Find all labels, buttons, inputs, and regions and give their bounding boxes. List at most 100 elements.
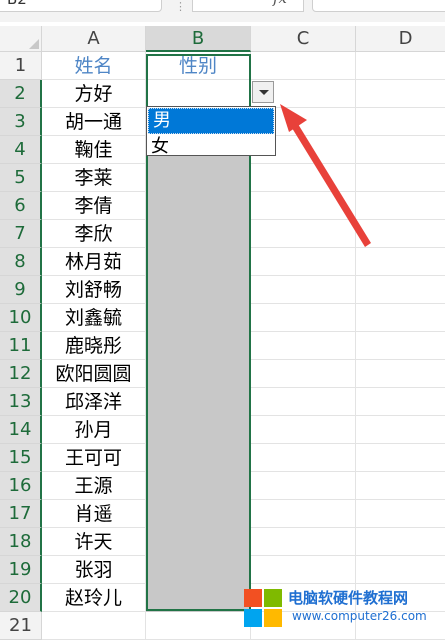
row-header-13[interactable]: 13 <box>0 388 42 416</box>
row-header-11[interactable]: 11 <box>0 332 42 360</box>
row-header-14[interactable]: 14 <box>0 416 42 444</box>
cell-d8[interactable] <box>356 248 445 276</box>
cell-b7[interactable] <box>146 220 251 248</box>
cell-c15[interactable] <box>251 444 356 472</box>
cell-a18[interactable]: 许天 <box>42 528 146 556</box>
cell-c12[interactable] <box>251 360 356 388</box>
select-all-corner[interactable] <box>0 26 42 52</box>
cell-a3[interactable]: 胡一通 <box>42 108 146 136</box>
cell-a1[interactable]: 姓名 <box>42 52 146 80</box>
column-header-b[interactable]: B <box>146 26 251 52</box>
cell-b12[interactable] <box>146 360 251 388</box>
cell-b9[interactable] <box>146 276 251 304</box>
cell-d15[interactable] <box>356 444 445 472</box>
cell-c17[interactable] <box>251 500 356 528</box>
cell-c8[interactable] <box>251 248 356 276</box>
cell-c14[interactable] <box>251 416 356 444</box>
cell-b21[interactable] <box>146 612 251 640</box>
column-header-d[interactable]: D <box>356 26 445 52</box>
cell-d1[interactable] <box>356 52 445 80</box>
cell-c16[interactable] <box>251 472 356 500</box>
cell-d5[interactable] <box>356 164 445 192</box>
cell-b2[interactable] <box>146 80 251 108</box>
cell-c7[interactable] <box>251 220 356 248</box>
cell-d13[interactable] <box>356 388 445 416</box>
cell-b5[interactable] <box>146 164 251 192</box>
cell-c10[interactable] <box>251 304 356 332</box>
cell-c6[interactable] <box>251 192 356 220</box>
cell-b20[interactable] <box>146 584 251 612</box>
row-header-3[interactable]: 3 <box>0 108 42 136</box>
row-header-7[interactable]: 7 <box>0 220 42 248</box>
cell-b19[interactable] <box>146 556 251 584</box>
name-box[interactable]: B2 <box>0 0 162 12</box>
cell-d9[interactable] <box>356 276 445 304</box>
cell-a10[interactable]: 刘鑫毓 <box>42 304 146 332</box>
cell-d14[interactable] <box>356 416 445 444</box>
cell-a20[interactable]: 赵玲儿 <box>42 584 146 612</box>
dropdown-toggle-button[interactable] <box>252 81 274 103</box>
cell-c19[interactable] <box>251 556 356 584</box>
cell-b6[interactable] <box>146 192 251 220</box>
formula-input[interactable] <box>312 0 445 12</box>
row-header-19[interactable]: 19 <box>0 556 42 584</box>
cell-c5[interactable] <box>251 164 356 192</box>
cell-a6[interactable]: 李倩 <box>42 192 146 220</box>
cell-b18[interactable] <box>146 528 251 556</box>
cell-d19[interactable] <box>356 556 445 584</box>
cell-c18[interactable] <box>251 528 356 556</box>
fx-button-area[interactable]: fx <box>192 0 304 12</box>
row-header-4[interactable]: 4 <box>0 136 42 164</box>
cell-b16[interactable] <box>146 472 251 500</box>
dropdown-option-female[interactable]: 女 <box>147 135 275 159</box>
cell-a13[interactable]: 邱泽洋 <box>42 388 146 416</box>
cell-a4[interactable]: 鞠佳 <box>42 136 146 164</box>
cell-a17[interactable]: 肖遥 <box>42 500 146 528</box>
row-header-1[interactable]: 1 <box>0 52 42 80</box>
cell-c9[interactable] <box>251 276 356 304</box>
cell-b15[interactable] <box>146 444 251 472</box>
column-header-c[interactable]: C <box>251 26 356 52</box>
cell-b14[interactable] <box>146 416 251 444</box>
row-header-2[interactable]: 2 <box>0 80 42 108</box>
row-header-8[interactable]: 8 <box>0 248 42 276</box>
row-header-17[interactable]: 17 <box>0 500 42 528</box>
cell-a5[interactable]: 李莱 <box>42 164 146 192</box>
cell-d2[interactable] <box>356 80 445 108</box>
cell-d16[interactable] <box>356 472 445 500</box>
cell-d4[interactable] <box>356 136 445 164</box>
cell-a7[interactable]: 李欣 <box>42 220 146 248</box>
cell-b8[interactable] <box>146 248 251 276</box>
cell-a19[interactable]: 张羽 <box>42 556 146 584</box>
cell-d7[interactable] <box>356 220 445 248</box>
row-header-9[interactable]: 9 <box>0 276 42 304</box>
cell-a11[interactable]: 鹿晓彤 <box>42 332 146 360</box>
cell-d18[interactable] <box>356 528 445 556</box>
cell-a16[interactable]: 王源 <box>42 472 146 500</box>
cell-b1[interactable]: 性别 <box>146 52 251 80</box>
cell-d12[interactable] <box>356 360 445 388</box>
cell-a21[interactable] <box>42 612 146 640</box>
cell-d11[interactable] <box>356 332 445 360</box>
cell-a15[interactable]: 王可可 <box>42 444 146 472</box>
cell-a12[interactable]: 欧阳圆圆 <box>42 360 146 388</box>
fx-icon[interactable]: fx <box>273 0 287 7</box>
row-header-15[interactable]: 15 <box>0 444 42 472</box>
row-header-10[interactable]: 10 <box>0 304 42 332</box>
cell-b17[interactable] <box>146 500 251 528</box>
cell-d3[interactable] <box>356 108 445 136</box>
cell-b13[interactable] <box>146 388 251 416</box>
row-header-16[interactable]: 16 <box>0 472 42 500</box>
row-header-12[interactable]: 12 <box>0 360 42 388</box>
cell-a8[interactable]: 林月茹 <box>42 248 146 276</box>
row-header-5[interactable]: 5 <box>0 164 42 192</box>
cell-c1[interactable] <box>251 52 356 80</box>
cell-c11[interactable] <box>251 332 356 360</box>
cell-d6[interactable] <box>356 192 445 220</box>
row-header-21[interactable]: 21 <box>0 612 42 640</box>
row-header-20[interactable]: 20 <box>0 584 42 612</box>
cell-a2[interactable]: 方好 <box>42 80 146 108</box>
row-header-6[interactable]: 6 <box>0 192 42 220</box>
row-header-18[interactable]: 18 <box>0 528 42 556</box>
cell-c13[interactable] <box>251 388 356 416</box>
